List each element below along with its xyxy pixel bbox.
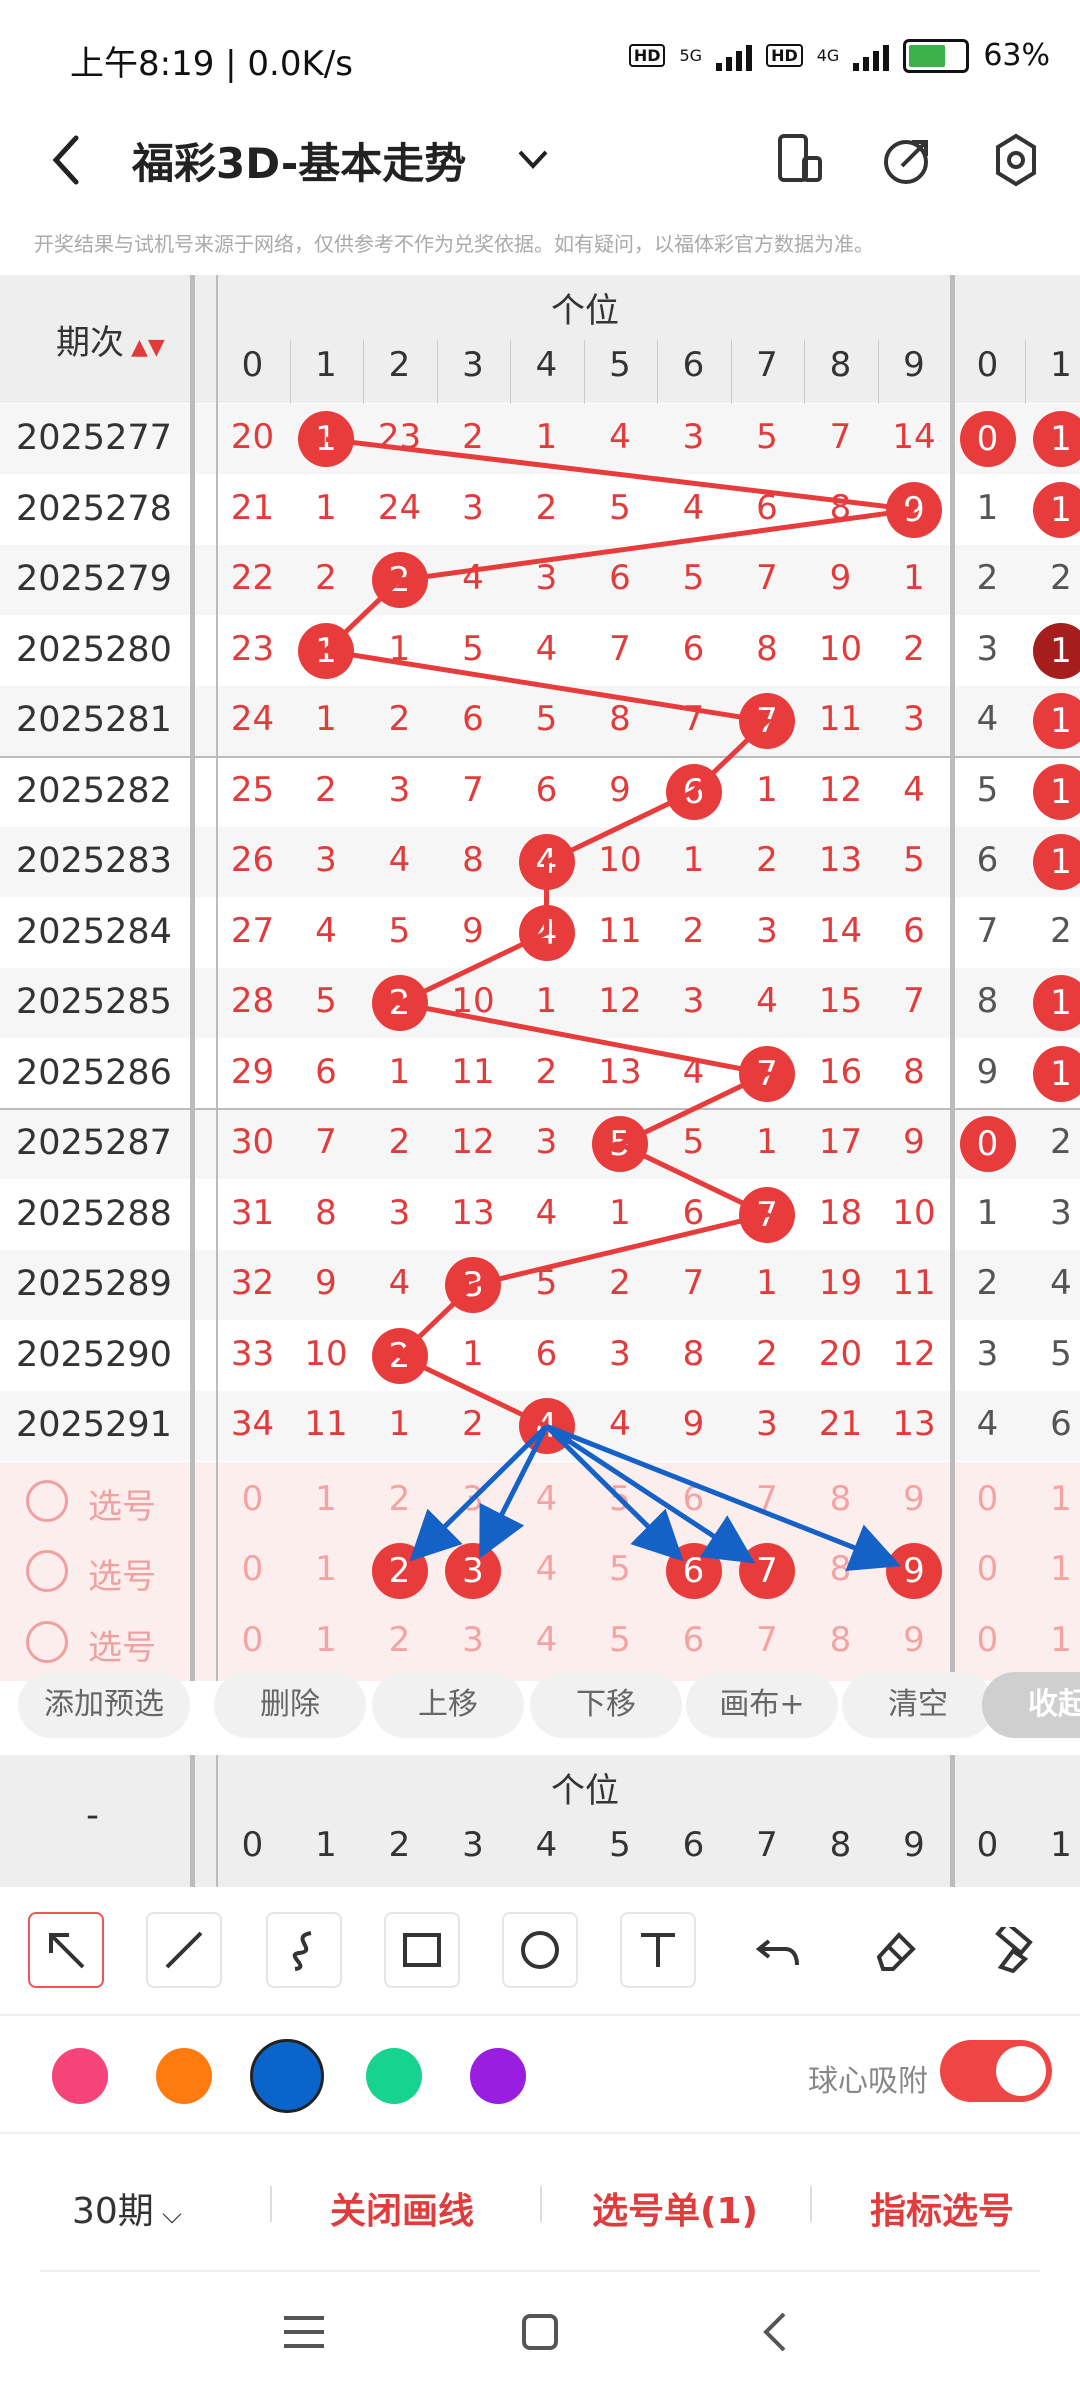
eraser-tool[interactable]	[858, 1912, 934, 1988]
arrow-tool[interactable]	[28, 1912, 104, 1988]
digit-header-9: 9	[903, 1825, 925, 1865]
snap-label: 球心吸附	[808, 2064, 928, 2099]
rect-tool[interactable]	[384, 1912, 460, 1988]
prediction-arrow	[544, 1424, 684, 1562]
secondary-table-header: - 个位 0 1 2 3 4 5 6 7 8 9 0 1	[0, 1755, 1080, 1887]
prediction-arrow	[479, 1425, 549, 1559]
digit-header-4: 4	[535, 1825, 558, 1865]
digit-header-5: 5	[609, 1825, 631, 1865]
digit-header-0: 0	[976, 1825, 999, 1865]
menu-icon[interactable]	[282, 2312, 326, 2352]
digit-header-8: 8	[829, 1825, 852, 1865]
brush-clear-icon	[995, 1927, 1033, 1973]
collapse-button[interactable]: 收起	[982, 1672, 1080, 1738]
color-swatch[interactable]	[52, 2048, 108, 2104]
circle-tool[interactable]	[502, 1912, 578, 1988]
line-tool-icon	[165, 1931, 203, 1969]
digit-header-2: 2	[388, 1825, 411, 1865]
clear-brush-tool[interactable]	[976, 1912, 1052, 1988]
move-up-button[interactable]: 上移	[372, 1672, 524, 1738]
snap-toggle[interactable]	[940, 2040, 1052, 2102]
selection-list-button[interactable]: 选号单(1)	[592, 2182, 758, 2234]
trend-line	[320, 436, 915, 1429]
rect-tool-icon	[403, 1933, 441, 1967]
drawing-canvas[interactable]	[0, 0, 1080, 1660]
collapsed-dash: -	[86, 1795, 99, 1836]
line-tool[interactable]	[146, 1912, 222, 1988]
digit-header-6: 6	[682, 1825, 705, 1865]
home-icon[interactable]	[520, 2312, 560, 2352]
digit-header-7: 7	[756, 1825, 778, 1865]
digit-header-3: 3	[462, 1825, 484, 1865]
curve-tool[interactable]	[266, 1912, 342, 1988]
back-nav-icon[interactable]	[760, 2310, 790, 2354]
indicator-select-button[interactable]: 指标选号	[870, 2182, 1014, 2234]
group-label-2: 个位	[551, 1771, 619, 1811]
prediction-arrow	[409, 1424, 549, 1562]
eraser-icon	[876, 1932, 916, 1971]
move-down-button[interactable]: 下移	[530, 1672, 682, 1738]
undo-tool[interactable]	[740, 1912, 816, 1988]
clear-button[interactable]: 清空	[842, 1672, 994, 1738]
undo-icon	[755, 1939, 799, 1966]
color-swatch[interactable]	[156, 2048, 212, 2104]
color-swatch[interactable]	[470, 2048, 526, 2104]
canvas-add-button[interactable]: 画布+	[686, 1672, 838, 1738]
delete-button[interactable]: 删除	[214, 1672, 366, 1738]
digit-header-1: 1	[1050, 1825, 1072, 1865]
add-preselect-button[interactable]: 添加预选	[18, 1672, 190, 1738]
text-tool[interactable]	[620, 1912, 696, 1988]
curve-tool-icon	[292, 1931, 312, 1971]
chevron-down-icon: ⌵	[153, 2200, 182, 2230]
circle-tool-icon	[521, 1931, 559, 1969]
digit-header-0: 0	[241, 1825, 264, 1865]
color-swatch[interactable]	[250, 2039, 324, 2113]
period-selector[interactable]: 30期 ⌵	[72, 2182, 182, 2234]
digit-header-1: 1	[315, 1825, 337, 1865]
arrow-tool-icon	[49, 1933, 85, 1969]
text-tool-icon	[641, 1933, 675, 1967]
color-swatch[interactable]	[366, 2048, 422, 2104]
close-draw-button[interactable]: 关闭画线	[330, 2182, 474, 2234]
